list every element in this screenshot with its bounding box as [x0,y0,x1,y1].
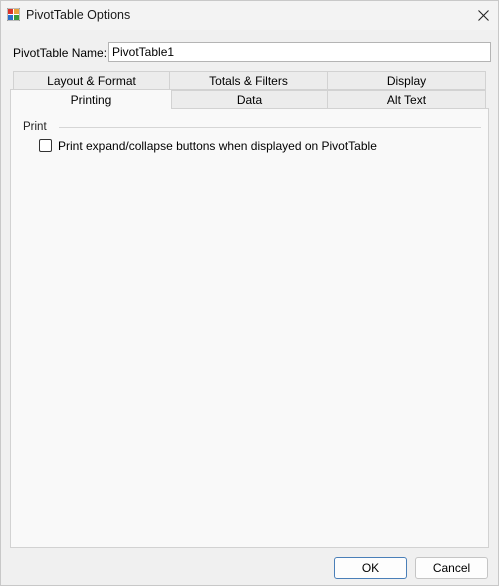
title-bar: PivotTable Options [1,1,498,30]
pivottable-app-icon [7,8,20,21]
pivottable-name-label: PivotTable Name: [13,46,108,60]
close-button[interactable] [468,1,498,30]
ok-button[interactable]: OK [334,557,407,579]
window-title: PivotTable Options [26,8,131,22]
pivottable-name-input[interactable] [108,42,491,62]
print-expand-collapse-checkbox[interactable] [39,139,52,152]
tab-totals-filters[interactable]: Totals & Filters [169,71,328,90]
pivottable-options-dialog: PivotTable Options PivotTable Name: Layo… [0,0,499,586]
print-expand-collapse-label[interactable]: Print expand/collapse buttons when displ… [58,139,377,153]
cancel-button[interactable]: Cancel [415,557,488,579]
print-group-divider [59,127,481,128]
tab-alt-text[interactable]: Alt Text [327,90,486,109]
tab-layout-format[interactable]: Layout & Format [13,71,170,90]
tab-printing[interactable]: Printing [10,89,172,109]
printing-tab-panel: Print Print expand/collapse buttons when… [10,108,489,548]
print-group-label: Print [23,121,47,133]
close-icon [477,10,489,21]
tab-data[interactable]: Data [171,90,328,109]
tab-display[interactable]: Display [327,71,486,90]
